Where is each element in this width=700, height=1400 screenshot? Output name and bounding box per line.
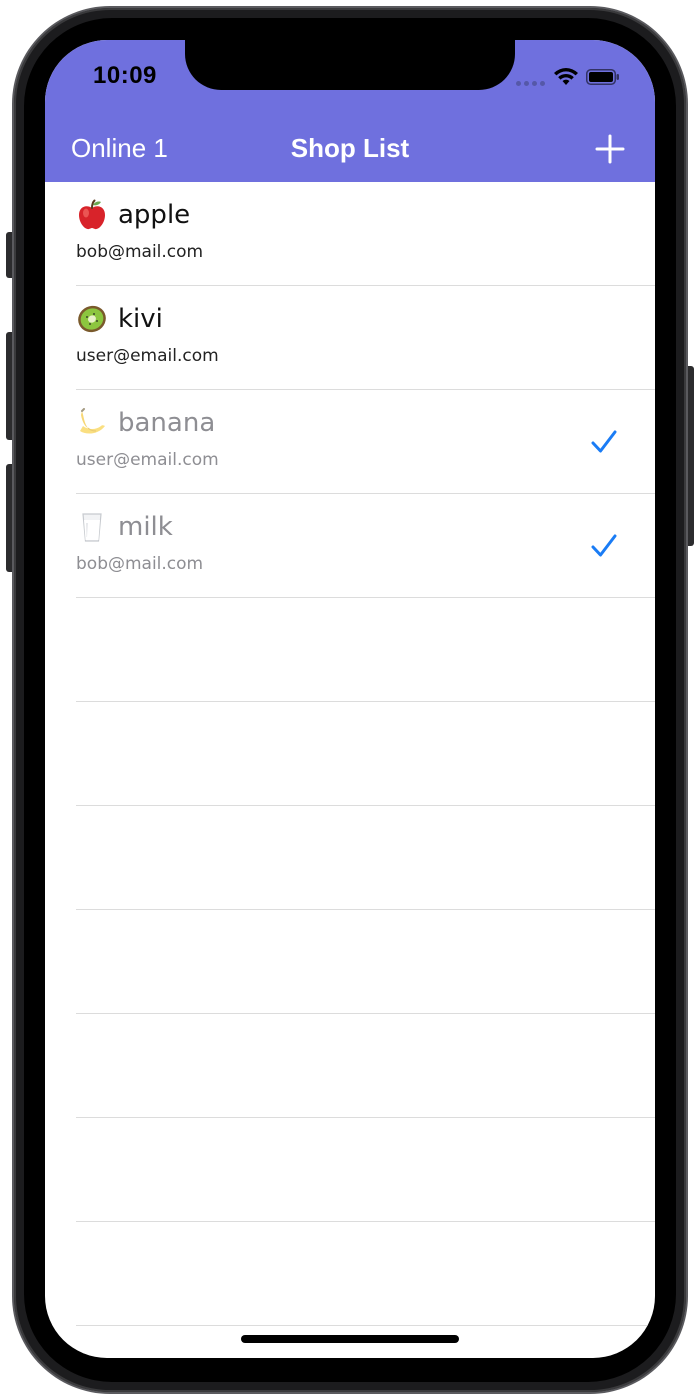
apple-icon bbox=[76, 198, 112, 232]
empty-row bbox=[76, 598, 655, 702]
notch bbox=[185, 40, 515, 90]
kiwi-icon bbox=[76, 302, 112, 336]
empty-row bbox=[76, 1014, 655, 1118]
item-email: user@email.com bbox=[76, 346, 219, 366]
item-email: user@email.com bbox=[76, 450, 219, 470]
cellular-signal-icon bbox=[516, 81, 545, 86]
navigation-bar: 10:09 Online 1 Shop List bbox=[45, 40, 655, 182]
list-item[interactable]: banana user@email.com bbox=[76, 390, 655, 494]
battery-icon bbox=[586, 69, 619, 85]
list-item[interactable]: apple bob@mail.com bbox=[76, 182, 655, 286]
home-indicator[interactable] bbox=[241, 1335, 459, 1343]
screen: 10:09 Online 1 Shop List apple bob@mail.… bbox=[45, 40, 655, 1358]
empty-row bbox=[76, 806, 655, 910]
empty-row bbox=[76, 702, 655, 806]
wifi-icon bbox=[554, 68, 578, 85]
item-email: bob@mail.com bbox=[76, 242, 204, 262]
checkmark-icon bbox=[591, 430, 617, 453]
status-time: 10:09 bbox=[93, 62, 157, 89]
item-name: banana bbox=[118, 408, 216, 438]
item-name: apple bbox=[118, 200, 191, 230]
item-email: bob@mail.com bbox=[76, 554, 204, 574]
checkmark-icon bbox=[591, 534, 617, 557]
empty-row bbox=[76, 1222, 655, 1326]
empty-row bbox=[76, 1118, 655, 1222]
page-title: Shop List bbox=[290, 133, 410, 163]
empty-row bbox=[76, 910, 655, 1014]
item-name: kivi bbox=[118, 304, 163, 334]
list-item[interactable]: milk bob@mail.com bbox=[76, 494, 655, 598]
milk-icon bbox=[76, 510, 112, 544]
shop-list: apple bob@mail.com kivi user@email.com b… bbox=[45, 182, 655, 1326]
item-name: milk bbox=[118, 512, 173, 542]
online-status-label[interactable]: Online 1 bbox=[71, 133, 168, 163]
banana-icon bbox=[76, 406, 112, 440]
plus-icon[interactable] bbox=[595, 134, 625, 164]
list-item[interactable]: kivi user@email.com bbox=[76, 286, 655, 390]
